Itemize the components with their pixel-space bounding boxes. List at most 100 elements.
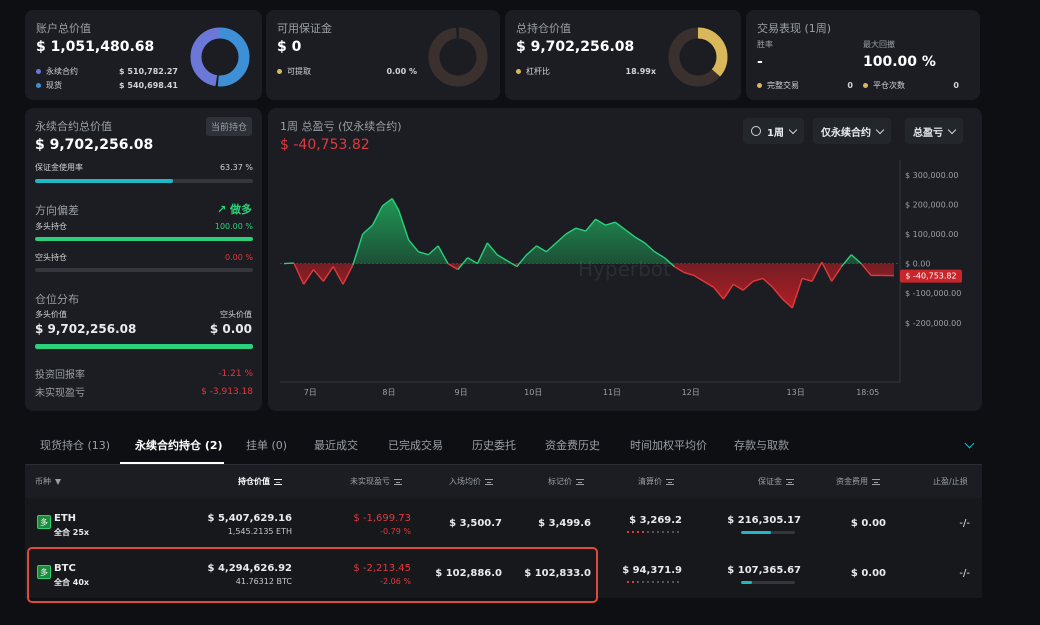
entry-price: $ 3,500.7 bbox=[449, 518, 502, 529]
margin-value: $ 107,365.67 bbox=[727, 565, 801, 576]
row-highlight bbox=[27, 547, 598, 603]
winrate-value: - bbox=[757, 54, 763, 70]
x-tick-label: 7日 bbox=[304, 388, 317, 397]
margin-bar bbox=[741, 581, 795, 584]
margin-usage-row: 保证金使用率 63.37 % bbox=[35, 163, 253, 172]
holdings-label: 总持仓价值 bbox=[516, 22, 571, 35]
perp-value: $ 9,702,256.08 bbox=[35, 137, 154, 153]
completed-trades: 完整交易 0 bbox=[757, 80, 853, 91]
current-value-tag: $ -40,753.82 bbox=[900, 269, 962, 283]
direction-label: 方向偏差 bbox=[35, 204, 79, 217]
short-worth-label: 空头价值 bbox=[220, 310, 252, 319]
tab-item[interactable]: 资金费历史 bbox=[545, 437, 600, 453]
th-coin[interactable]: 币种 bbox=[35, 476, 61, 487]
long-worth-label: 多头价值 bbox=[35, 310, 67, 319]
th-entry[interactable]: 入场均价 bbox=[449, 476, 493, 487]
margin-card: 可用保证金 $ 0 可提取 0.00 % bbox=[266, 10, 500, 100]
close-dot-icon bbox=[863, 83, 868, 88]
tab-item[interactable]: 挂单 (0) bbox=[246, 437, 287, 453]
chevron-down-icon[interactable] bbox=[964, 438, 975, 449]
filter-icon bbox=[55, 478, 61, 485]
tab-item[interactable]: 时间加权平均价 bbox=[630, 437, 707, 453]
long-bar bbox=[35, 237, 253, 241]
margin-label: 可用保证金 bbox=[277, 22, 332, 35]
tab-item[interactable]: 已完成交易 bbox=[388, 437, 443, 453]
x-tick-label: 18:05 bbox=[856, 388, 879, 397]
x-tick-label: 11日 bbox=[603, 388, 621, 397]
funding-fee: $ 0.00 bbox=[850, 568, 886, 579]
th-funding[interactable]: 资金费用 bbox=[836, 476, 880, 487]
th-value[interactable]: 持仓价值 bbox=[238, 476, 282, 487]
tab-item[interactable]: 存款与取款 bbox=[734, 437, 789, 453]
pnl-line-segment bbox=[283, 262, 294, 265]
tab-item[interactable]: 最近成交 bbox=[314, 437, 358, 453]
sort-icon bbox=[666, 478, 674, 485]
leverage-dot-icon bbox=[516, 69, 521, 74]
perp-card: 永续合约总价值 当前持仓 $ 9,702,256.08 保证金使用率 63.37… bbox=[25, 108, 262, 411]
upnl-row: 未实现盈亏 $ -3,913.18 bbox=[35, 386, 253, 400]
margin-mode: 全合 25x bbox=[54, 528, 90, 537]
perp-dot-icon bbox=[36, 69, 41, 74]
y-tick-label: $ 0.00 bbox=[905, 260, 930, 269]
holdings-value: $ 9,702,256.08 bbox=[516, 39, 635, 55]
spot-dot-icon bbox=[36, 83, 41, 88]
liq-price: $ 94,371.9 bbox=[622, 565, 682, 576]
sort-icon bbox=[485, 478, 493, 485]
th-upnl[interactable]: 未实现盈亏 bbox=[350, 476, 402, 487]
holdings-donut bbox=[668, 27, 728, 87]
svg-text:$ -40,753.82: $ -40,753.82 bbox=[905, 272, 956, 281]
tab-item[interactable]: 永续合约持仓 (2) bbox=[135, 437, 223, 453]
completed-dot-icon bbox=[757, 83, 762, 88]
tab-item[interactable]: 现货持仓 (13) bbox=[40, 437, 110, 453]
upnl-value: $ -1,699.73 bbox=[353, 513, 411, 524]
x-tick-label: 10日 bbox=[524, 388, 542, 397]
current-holdings-button[interactable]: 当前持仓 bbox=[205, 117, 252, 136]
y-tick-label: $ 100,000.00 bbox=[905, 230, 958, 239]
y-tick-label: $ 200,000.00 bbox=[905, 200, 958, 209]
short-worth: $ 0.00 bbox=[209, 322, 252, 336]
account-donut bbox=[190, 27, 250, 87]
mark-price: $ 3,499.6 bbox=[538, 518, 591, 529]
withdrawable-dot-icon bbox=[277, 69, 282, 74]
x-tick-label: 12日 bbox=[682, 388, 700, 397]
sort-icon bbox=[394, 478, 402, 485]
long-worth: $ 9,702,256.08 bbox=[35, 322, 137, 336]
legend-withdrawable: 可提取 0.00 % bbox=[277, 66, 417, 77]
th-margin[interactable]: 保证金 bbox=[758, 476, 794, 487]
coin-name: ETH bbox=[54, 513, 77, 524]
y-tick-label: $ 300,000.00 bbox=[905, 171, 958, 180]
short-row: 空头持仓 0.00 % bbox=[35, 253, 253, 262]
margin-usage-bar bbox=[35, 179, 253, 183]
position-size: 1,545.2135 ETH bbox=[227, 527, 292, 536]
legend-leverage: 杠杆比 18.99x bbox=[516, 66, 656, 77]
margin-bar bbox=[741, 531, 795, 534]
margin-value: $ 0 bbox=[277, 39, 302, 55]
trend-up-icon: ↗ bbox=[216, 203, 227, 216]
sort-icon bbox=[786, 478, 794, 485]
th-mark[interactable]: 标记价 bbox=[548, 476, 584, 487]
holdings-card: 总持仓价值 $ 9,702,256.08 杠杆比 18.99x bbox=[505, 10, 741, 100]
long-badge: 多 bbox=[37, 515, 51, 529]
perp-label: 永续合约总价值 bbox=[35, 120, 112, 133]
drawdown-label: 最大回撤 bbox=[863, 40, 895, 49]
account-value-card: 账户总价值 $ 1,051,480.68 永续合约 $ 510,782.27 现… bbox=[25, 10, 262, 100]
long-row: 多头持仓 100.00 % bbox=[35, 222, 253, 231]
tpsl-value: -/- bbox=[959, 568, 970, 579]
legend-spot: 现货 $ 540,698.41 bbox=[36, 80, 178, 91]
legend-perp: 永续合约 $ 510,782.27 bbox=[36, 66, 178, 77]
upnl-percent: -0.79 % bbox=[380, 527, 411, 536]
liq-gauge bbox=[627, 531, 682, 533]
th-liq[interactable]: 清算价 bbox=[638, 476, 674, 487]
roi-row: 投资回报率 -1.21 % bbox=[35, 368, 253, 382]
tab-item[interactable]: 历史委托 bbox=[472, 437, 516, 453]
sort-icon bbox=[872, 478, 880, 485]
x-tick-label: 13日 bbox=[787, 388, 805, 397]
funding-fee: $ 0.00 bbox=[850, 518, 886, 529]
x-tick-label: 8日 bbox=[382, 388, 395, 397]
y-tick-label: $ -100,000.00 bbox=[905, 289, 961, 298]
close-count: 平仓次数 0 bbox=[863, 80, 959, 91]
performance-label: 交易表现 (1周) bbox=[757, 22, 832, 35]
position-value: $ 5,407,629.16 bbox=[207, 513, 292, 524]
short-bar bbox=[35, 268, 253, 272]
liq-gauge bbox=[627, 581, 682, 583]
